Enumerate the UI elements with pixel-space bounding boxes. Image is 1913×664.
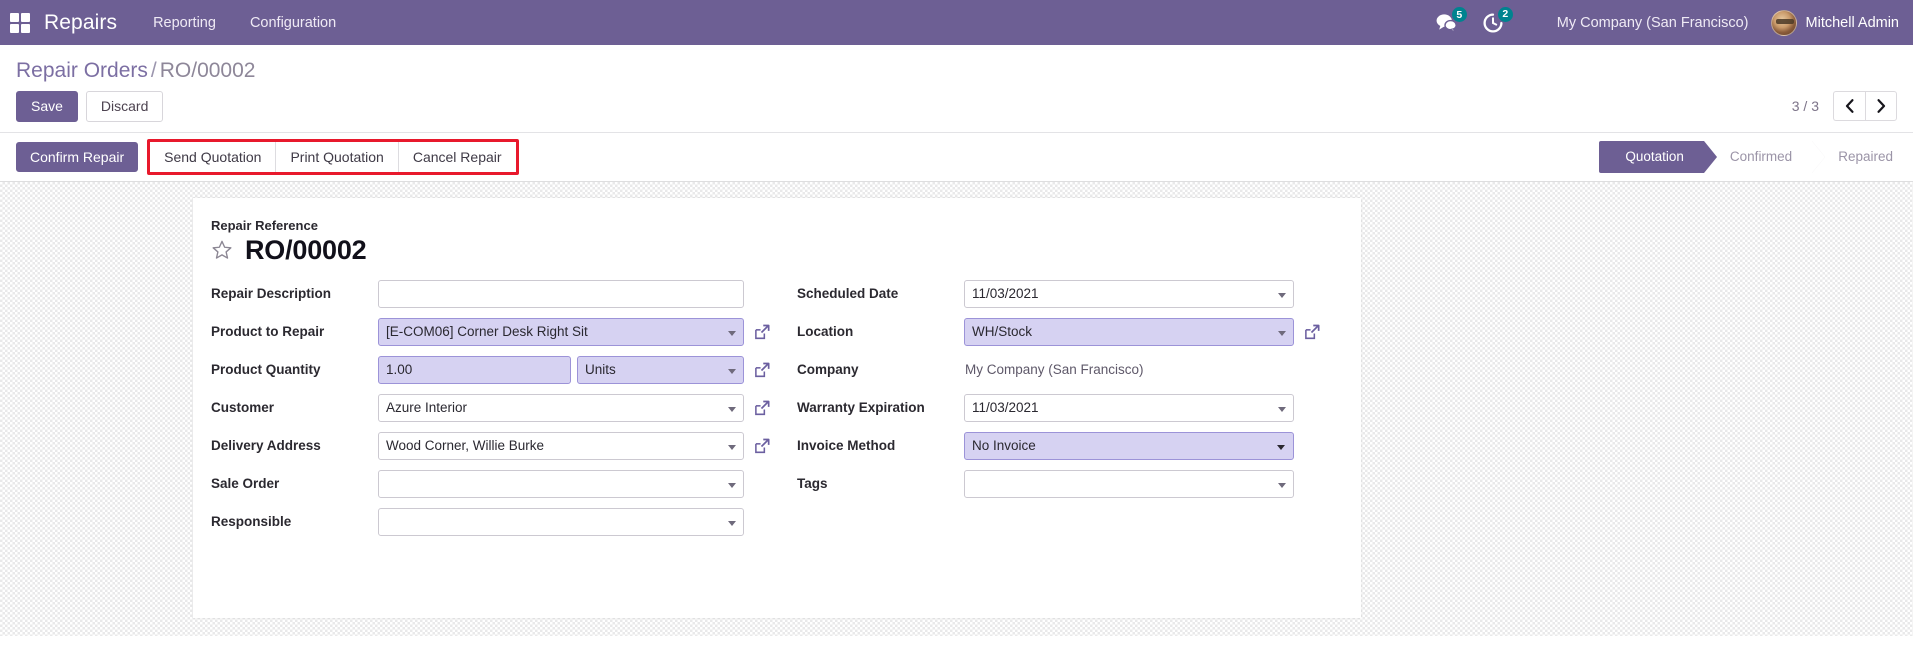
- repair-description-label: Repair Description: [211, 286, 378, 301]
- sale-order-input[interactable]: [378, 470, 744, 498]
- control-panel-row: Save Discard 3 / 3: [16, 91, 1897, 132]
- chevron-right-icon: [1877, 99, 1886, 113]
- warranty-expiration-input[interactable]: 11/03/2021: [964, 394, 1294, 422]
- field-invoice-method: Invoice Method No Invoice: [797, 432, 1321, 460]
- status-step-confirmed-label: Confirmed: [1730, 149, 1792, 164]
- warranty-expiration-label: Warranty Expiration: [797, 400, 964, 415]
- field-responsible: Responsible: [211, 508, 771, 536]
- delivery-address-input[interactable]: Wood Corner, Willie Burke: [378, 432, 744, 460]
- record-pager: 3 / 3: [1792, 91, 1897, 121]
- form-sheet: Repair Reference RO/00002 Repair Descrip…: [193, 198, 1361, 618]
- open-location-external-link-icon[interactable]: [1303, 323, 1321, 341]
- company-label: Company: [797, 362, 964, 377]
- pager-next-button[interactable]: [1865, 91, 1897, 121]
- responsible-label: Responsible: [211, 514, 378, 529]
- page-title: RO/00002: [245, 235, 366, 266]
- field-customer: Customer Azure Interior: [211, 394, 771, 422]
- company-value: My Company (San Francisco): [964, 356, 1144, 384]
- field-product-quantity: Product Quantity 1.00 Units: [211, 356, 771, 384]
- invoice-method-select[interactable]: No Invoice: [964, 432, 1294, 460]
- scheduled-date-label: Scheduled Date: [797, 286, 964, 301]
- product-to-repair-label: Product to Repair: [211, 324, 378, 339]
- open-uom-external-link-icon[interactable]: [753, 361, 771, 379]
- field-delivery-address: Delivery Address Wood Corner, Willie Bur…: [211, 432, 771, 460]
- star-favorite-icon[interactable]: [211, 239, 233, 261]
- tags-label: Tags: [797, 476, 964, 491]
- action-status-bar: Confirm Repair Send Quotation Print Quot…: [0, 133, 1913, 182]
- tags-input[interactable]: [964, 470, 1294, 498]
- responsible-input[interactable]: [378, 508, 744, 536]
- open-product-external-link-icon[interactable]: [753, 323, 771, 341]
- breadcrumb-parent-link[interactable]: Repair Orders: [16, 59, 148, 82]
- record-title-line: RO/00002: [211, 235, 1321, 266]
- status-step-confirmed[interactable]: Confirmed: [1704, 141, 1812, 173]
- customer-input[interactable]: Azure Interior: [378, 394, 744, 422]
- pager-buttons: [1833, 91, 1897, 121]
- form-column-right: Scheduled Date 11/03/2021 Location WH/St…: [797, 280, 1321, 546]
- save-button[interactable]: Save: [16, 91, 78, 122]
- nav-menu-reporting[interactable]: Reporting: [151, 11, 218, 35]
- breadcrumb-current: RO/00002: [160, 59, 256, 82]
- send-quotation-button[interactable]: Send Quotation: [150, 142, 276, 172]
- status-step-quotation[interactable]: Quotation: [1599, 141, 1704, 173]
- status-stepper: Quotation Confirmed Repaired: [1599, 141, 1913, 173]
- form-column-left: Repair Description Product to Repair [E-…: [211, 280, 771, 546]
- sale-order-label: Sale Order: [211, 476, 378, 491]
- location-input[interactable]: WH/Stock: [964, 318, 1294, 346]
- field-scheduled-date: Scheduled Date 11/03/2021: [797, 280, 1321, 308]
- user-name-label: Mitchell Admin: [1806, 15, 1899, 31]
- product-quantity-label: Product Quantity: [211, 362, 378, 377]
- action-buttons-group: Confirm Repair Send Quotation Print Quot…: [16, 139, 519, 175]
- record-title-block: Repair Reference RO/00002: [211, 218, 1321, 280]
- chevron-left-icon: [1845, 99, 1854, 113]
- user-menu[interactable]: Mitchell Admin: [1771, 10, 1899, 36]
- field-sale-order: Sale Order: [211, 470, 771, 498]
- highlighted-action-group: Send Quotation Print Quotation Cancel Re…: [147, 139, 518, 175]
- activities-badge: 2: [1497, 6, 1514, 23]
- status-step-repaired[interactable]: Repaired: [1812, 141, 1913, 173]
- product-uom-input[interactable]: Units: [577, 356, 744, 384]
- navbar-right-group: 5 2 My Company (San Francisco) Mitchell …: [1436, 10, 1899, 36]
- nav-menu-configuration[interactable]: Configuration: [248, 11, 338, 35]
- messages-badge: 5: [1451, 6, 1468, 23]
- breadcrumb-separator: /: [151, 59, 157, 82]
- open-customer-external-link-icon[interactable]: [753, 399, 771, 417]
- messages-button[interactable]: 5: [1436, 13, 1457, 32]
- print-quotation-button[interactable]: Print Quotation: [276, 142, 398, 172]
- breadcrumb: Repair Orders/RO/00002: [16, 55, 1897, 91]
- repair-description-input[interactable]: [378, 280, 744, 308]
- field-tags: Tags: [797, 470, 1321, 498]
- location-label: Location: [797, 324, 964, 339]
- app-brand-repairs[interactable]: Repairs: [44, 11, 117, 35]
- avatar: [1771, 10, 1797, 36]
- product-to-repair-input[interactable]: [E-COM06] Corner Desk Right Sit: [378, 318, 744, 346]
- control-panel: Repair Orders/RO/00002 Save Discard 3 / …: [0, 45, 1913, 133]
- customer-label: Customer: [211, 400, 378, 415]
- delivery-address-label: Delivery Address: [211, 438, 378, 453]
- top-navbar: Repairs Reporting Configuration 5 2 My C…: [0, 0, 1913, 45]
- activities-button[interactable]: 2: [1483, 13, 1503, 33]
- scheduled-date-input[interactable]: 11/03/2021: [964, 280, 1294, 308]
- field-warranty-expiration: Warranty Expiration 11/03/2021: [797, 394, 1321, 422]
- field-location: Location WH/Stock: [797, 318, 1321, 346]
- apps-grid-icon[interactable]: [10, 13, 30, 33]
- form-columns: Repair Description Product to Repair [E-…: [211, 280, 1321, 546]
- cancel-repair-button[interactable]: Cancel Repair: [399, 142, 516, 172]
- repair-reference-label: Repair Reference: [211, 218, 1321, 233]
- status-step-quotation-label: Quotation: [1625, 149, 1684, 164]
- company-switcher[interactable]: My Company (San Francisco): [1557, 15, 1749, 31]
- pager-count: 3 / 3: [1792, 98, 1819, 114]
- field-company: Company My Company (San Francisco): [797, 356, 1321, 384]
- discard-button[interactable]: Discard: [86, 91, 163, 122]
- status-step-repaired-label: Repaired: [1838, 149, 1893, 164]
- field-product-to-repair: Product to Repair [E-COM06] Corner Desk …: [211, 318, 771, 346]
- confirm-repair-button[interactable]: Confirm Repair: [16, 142, 138, 172]
- pager-previous-button[interactable]: [1833, 91, 1865, 121]
- invoice-method-label: Invoice Method: [797, 438, 964, 453]
- open-delivery-address-external-link-icon[interactable]: [753, 437, 771, 455]
- product-quantity-input[interactable]: 1.00: [378, 356, 571, 384]
- form-view-area: Repair Reference RO/00002 Repair Descrip…: [0, 182, 1913, 636]
- field-repair-description: Repair Description: [211, 280, 771, 308]
